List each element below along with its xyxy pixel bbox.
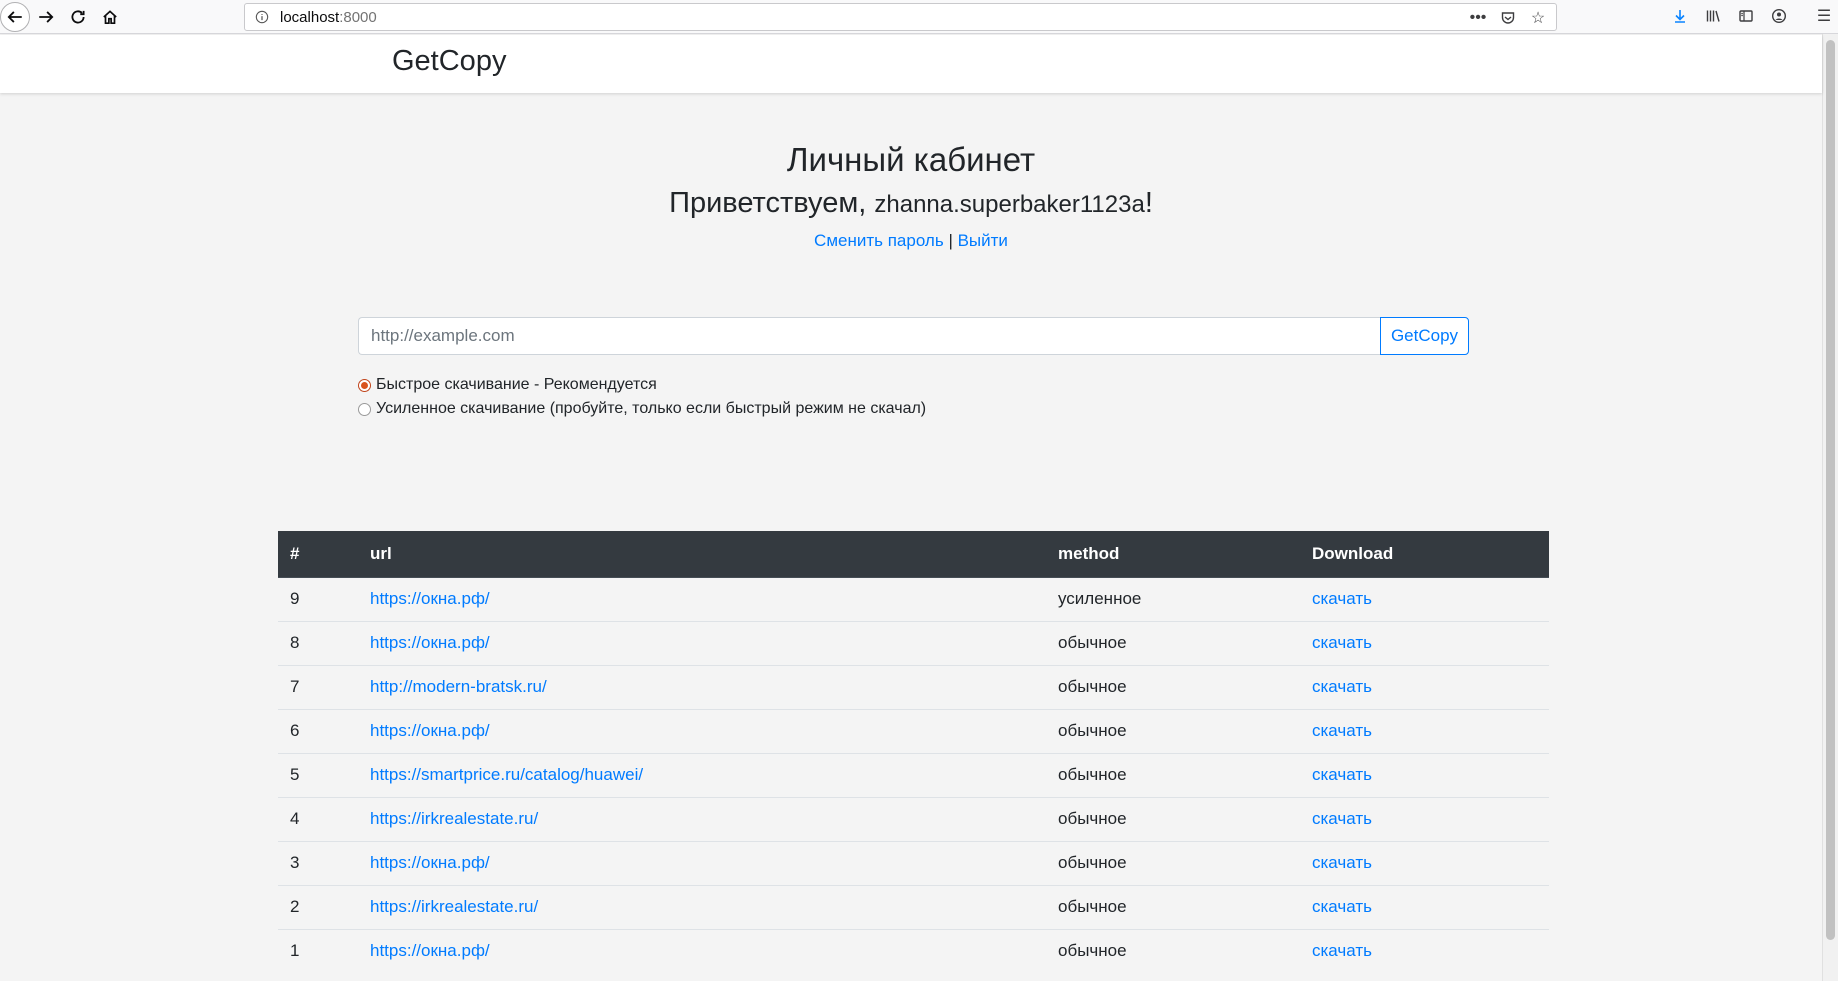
logout-link[interactable]: Выйти xyxy=(958,231,1008,250)
table-row: 5 https://smartprice.ru/catalog/huawei/ … xyxy=(278,752,1549,797)
brand-logo[interactable]: GetCopy xyxy=(392,45,506,78)
table-row: 8 https://окна.рф/ обычное скачать xyxy=(278,620,1549,665)
row-url-link[interactable]: http://modern-bratsk.ru/ xyxy=(370,677,547,696)
table-row: 2 https://irkrealestate.ru/ обычное скач… xyxy=(278,884,1549,929)
change-password-link[interactable]: Сменить пароль xyxy=(814,231,944,250)
browser-toolbar: localhost:8000 ••• ☆ ☰ xyxy=(0,0,1838,34)
row-download-link[interactable]: скачать xyxy=(1312,853,1372,872)
row-method: обычное xyxy=(1046,664,1300,709)
home-icon[interactable] xyxy=(96,3,124,31)
table-row: 1 https://окна.рф/ обычное скачать xyxy=(278,928,1549,973)
row-num: 2 xyxy=(278,884,358,929)
pocket-icon[interactable] xyxy=(1498,8,1518,28)
column-header-num: # xyxy=(278,531,358,578)
row-download-link[interactable]: скачать xyxy=(1312,589,1372,608)
forward-arrow-icon[interactable] xyxy=(32,3,60,31)
reload-icon[interactable] xyxy=(64,3,92,31)
menu-icon[interactable]: ☰ xyxy=(1814,6,1834,26)
download-mode-options: Быстрое скачивание - Рекомендуется Усиле… xyxy=(358,373,926,421)
table-row: 4 https://irkrealestate.ru/ обычное скач… xyxy=(278,796,1549,841)
address-bar[interactable]: localhost:8000 ••• ☆ xyxy=(244,3,1557,31)
page-title: Личный кабинет xyxy=(786,141,1036,178)
fast-download-radio[interactable] xyxy=(358,378,371,392)
table-header-row: # url method Download xyxy=(278,531,1549,578)
account-icon[interactable] xyxy=(1769,6,1789,26)
row-num: 5 xyxy=(278,752,358,797)
row-method: обычное xyxy=(1046,840,1300,885)
getcopy-form: GetCopy xyxy=(358,317,1469,355)
fast-download-option[interactable]: Быстрое скачивание - Рекомендуется xyxy=(358,373,926,397)
table-row: 9 https://окна.рф/ усиленное скачать xyxy=(278,577,1549,621)
row-num: 4 xyxy=(278,796,358,841)
enhanced-download-label: Усиленное скачивание (пробуйте, только е… xyxy=(376,400,927,417)
row-method: обычное xyxy=(1046,752,1300,797)
row-method: обычное xyxy=(1046,620,1300,665)
row-url-link[interactable]: https://окна.рф/ xyxy=(370,589,490,608)
greeting-prefix: Приветствуем, xyxy=(669,187,875,219)
row-download-link[interactable]: скачать xyxy=(1312,633,1372,652)
table-row: 3 https://окна.рф/ обычное скачать xyxy=(278,840,1549,885)
row-method: усиленное xyxy=(1058,589,1142,608)
link-separator: | xyxy=(948,231,953,250)
page-actions-icon[interactable]: ••• xyxy=(1468,8,1488,28)
info-icon[interactable] xyxy=(254,9,270,25)
row-url-link[interactable]: https://irkrealestate.ru/ xyxy=(370,897,538,916)
library-icon[interactable] xyxy=(1703,6,1723,26)
account-links: Сменить пароль | Выйти xyxy=(0,231,1822,251)
row-method: обычное xyxy=(1046,796,1300,841)
sidebar-icon[interactable] xyxy=(1736,6,1756,26)
row-method: обычное xyxy=(1046,708,1300,753)
column-header-download: Download xyxy=(1300,531,1549,578)
greeting-suffix: ! xyxy=(1144,187,1153,219)
page-scrollbar[interactable] xyxy=(1822,34,1838,981)
row-download-link[interactable]: скачать xyxy=(1312,809,1372,828)
row-num: 8 xyxy=(278,620,358,665)
row-download-link[interactable]: скачать xyxy=(1312,765,1372,784)
back-arrow-icon[interactable] xyxy=(0,2,30,32)
row-url-link[interactable]: https://окна.рф/ xyxy=(370,941,490,960)
row-num: 1 xyxy=(278,928,358,973)
row-num: 3 xyxy=(278,840,358,885)
address-text: localhost:8000 xyxy=(280,8,377,26)
row-download-link[interactable]: скачать xyxy=(1312,677,1372,696)
row-url-link[interactable]: https://окна.рф/ xyxy=(370,853,490,872)
username: zhanna.superbaker1123a xyxy=(874,191,1145,218)
row-url-link[interactable]: https://окна.рф/ xyxy=(370,633,490,652)
row-num: 9 xyxy=(290,589,300,608)
history-table: # url method Download 9 https://окна.рф/… xyxy=(278,531,1549,973)
enhanced-download-radio[interactable] xyxy=(358,402,371,416)
downloads-icon[interactable] xyxy=(1670,6,1690,26)
fast-download-label: Быстрое скачивание - Рекомендуется xyxy=(376,376,657,393)
url-input[interactable] xyxy=(358,317,1380,355)
bookmark-star-icon[interactable]: ☆ xyxy=(1528,8,1548,28)
table-row: 7 http://modern-bratsk.ru/ обычное скача… xyxy=(278,664,1549,709)
column-header-url: url xyxy=(358,531,1046,578)
enhanced-download-option[interactable]: Усиленное скачивание (пробуйте, только е… xyxy=(358,397,926,421)
row-url-link[interactable]: https://окна.рф/ xyxy=(370,721,490,740)
row-num: 7 xyxy=(278,664,358,709)
row-method: обычное xyxy=(1046,928,1300,973)
row-download-link[interactable]: скачать xyxy=(1312,721,1372,740)
row-url-link[interactable]: https://smartprice.ru/catalog/huawei/ xyxy=(370,765,643,784)
table-row: 6 https://окна.рф/ обычное скачать xyxy=(278,708,1549,753)
greeting: Приветствуем, zhanna.superbaker1123a! xyxy=(0,187,1822,220)
scrollbar-thumb[interactable] xyxy=(1826,40,1835,940)
row-download-link[interactable]: скачать xyxy=(1312,941,1372,960)
column-header-method: method xyxy=(1046,531,1300,578)
row-download-link[interactable]: скачать xyxy=(1312,897,1372,916)
row-url-link[interactable]: https://irkrealestate.ru/ xyxy=(370,809,538,828)
row-method: обычное xyxy=(1046,884,1300,929)
site-header: GetCopy xyxy=(0,35,1822,93)
getcopy-button[interactable]: GetCopy xyxy=(1380,317,1469,355)
row-num: 6 xyxy=(278,708,358,753)
